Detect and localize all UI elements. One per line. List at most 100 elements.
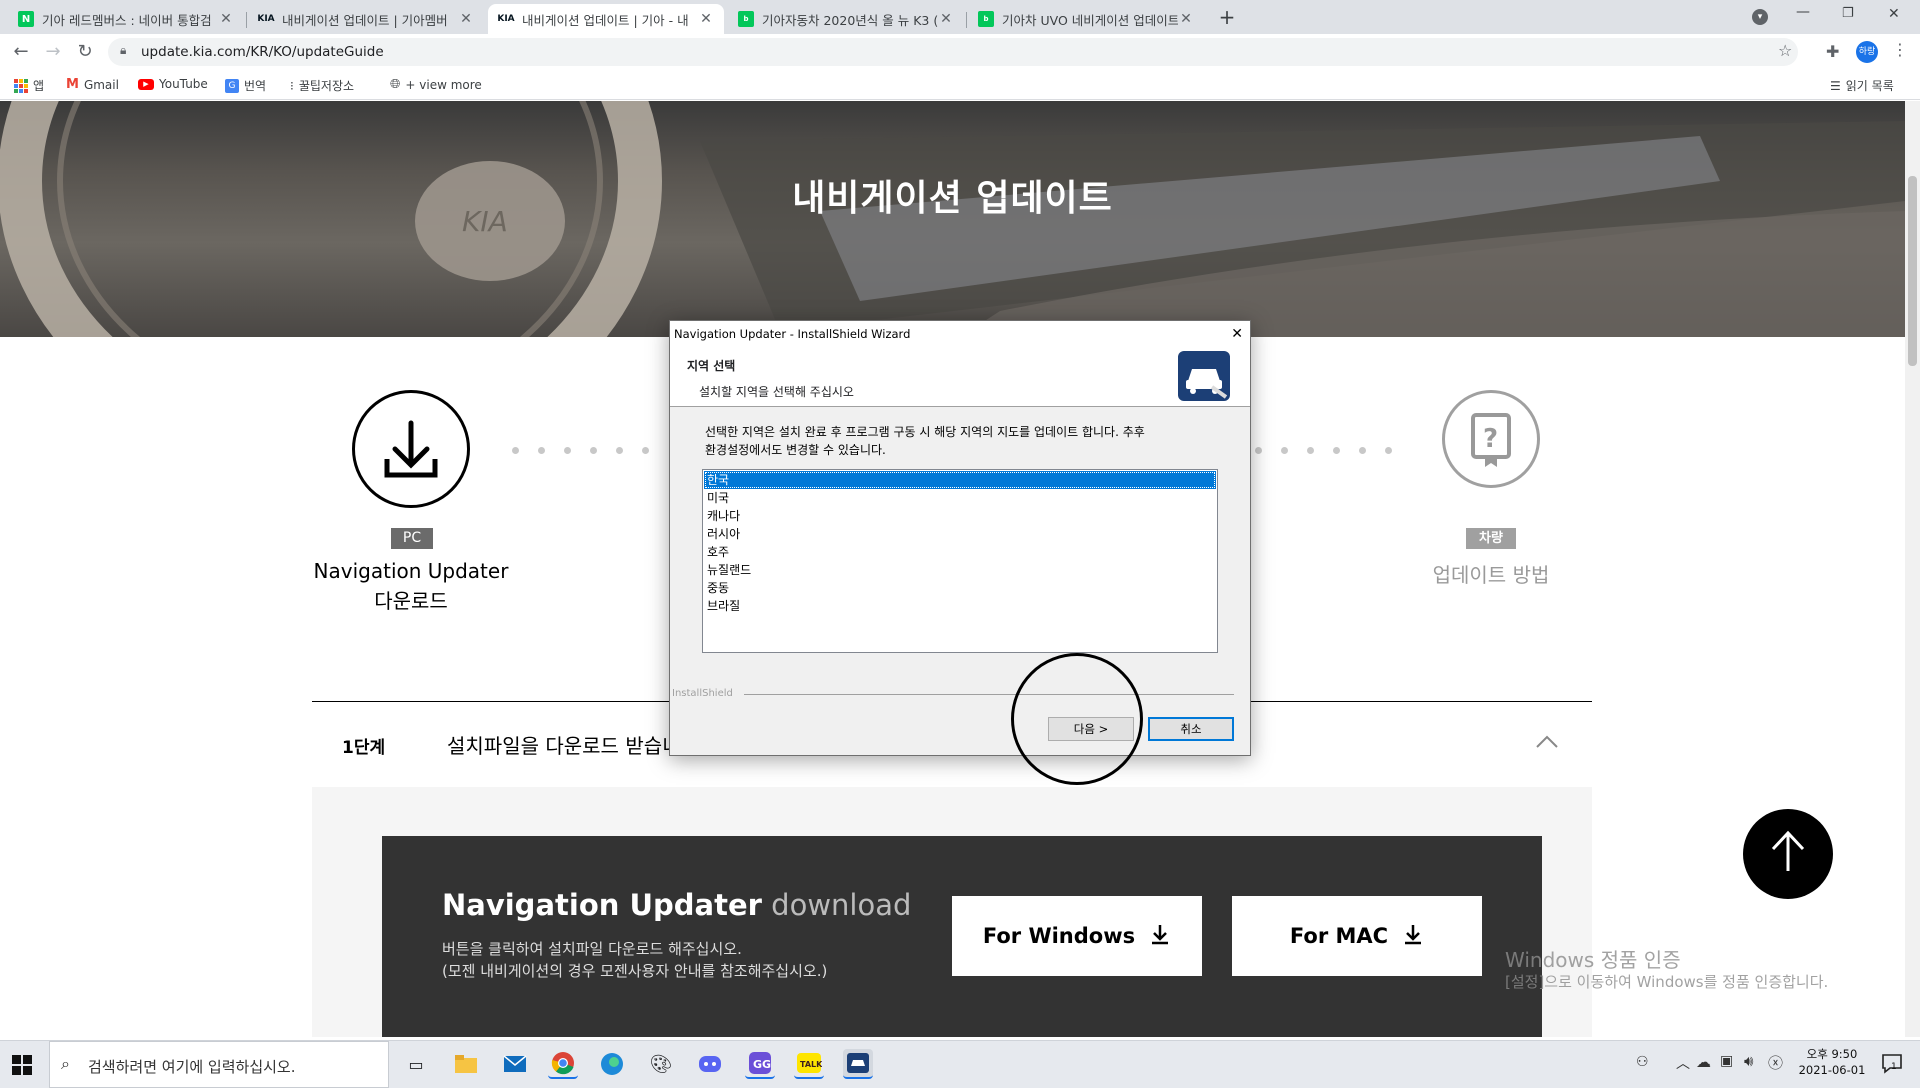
navigation-car-icon [1178,351,1230,401]
kia-logo-icon: KIA [257,14,275,24]
step1-badge: PC [391,528,433,549]
dialog-close-icon[interactable]: ✕ [1231,321,1243,347]
installshield-brand: InstallShield [672,688,733,699]
step1-label-1: Navigation Updater [313,559,509,583]
reload-icon[interactable]: ↻ [73,40,97,64]
discord-icon[interactable] [695,1049,725,1079]
tab-0[interactable]: N 기아 레드멤버스 : 네이버 통합검 ✕ [8,4,244,34]
collapse-chevron-icon[interactable] [1535,733,1559,749]
file-explorer-icon[interactable] [451,1049,481,1079]
region-listbox[interactable]: 한국 미국 캐나다 러시아 호주 뉴질랜드 중동 브라질 [702,469,1218,653]
app-icon-purple[interactable]: GG [745,1049,775,1079]
dialog-description: 선택한 지역은 설치 완료 후 프로그램 구동 시 해당 지역의 지도를 업데이… [705,425,1145,457]
naver-blog-icon: b [978,11,994,27]
task-view-icon[interactable]: ▭ [401,1049,431,1079]
close-tab-icon[interactable]: ✕ [698,11,714,27]
restore-button[interactable]: ❐ [1842,6,1854,21]
close-tab-icon[interactable]: ✕ [938,11,954,27]
step4-label: 업데이트 방법 [1432,563,1550,587]
notification-icon[interactable]: 1 [1880,1052,1904,1076]
address-bar[interactable]: 🔒︎ update.kia.com/KR/KO/updateGuide ☆ [108,38,1798,66]
paint-icon[interactable]: 🎨︎ [646,1049,676,1079]
section-title: 설치파일을 다운로드 받습니다 [447,734,699,758]
tab-4[interactable]: b 기아차 UVO 네비게이션 업데이트 ✕ [968,4,1204,34]
step1-label-2: 다운로드 [374,589,448,613]
scroll-to-top-button[interactable] [1743,809,1833,899]
hero-banner: KIA 내비게이션 업데이트 [0,101,1905,337]
page-scrollbar[interactable] [1905,101,1920,1037]
download-arrow-icon [1402,923,1424,950]
tab-2-active[interactable]: KIA 내비게이션 업데이트 | 기아 - 내 ✕ [488,4,724,34]
dialog-header: 지역 선택 설치할 지역을 선택해 주십시오 [670,347,1250,407]
region-item[interactable]: 중동 [704,579,1216,597]
region-item[interactable]: 브라질 [704,597,1216,615]
close-tab-icon[interactable]: ✕ [218,11,234,27]
close-tab-icon[interactable]: ✕ [1178,11,1194,27]
tab-1[interactable]: KIA 내비게이션 업데이트 | 기아멤버 ✕ [248,4,484,34]
taskbar-clock[interactable]: 오후 9:50 2021-06-01 [1792,1046,1872,1078]
bookmark-tips[interactable]: ⁝ 꿀팁저장소 [290,77,354,94]
region-item-selected[interactable]: 한국 [704,471,1216,489]
download-arrow-icon [1149,923,1171,950]
hero-title: 내비게이션 업데이트 [792,178,1113,219]
reading-list[interactable]: ☰ 읽기 목록 [1830,77,1894,94]
minimize-button[interactable]: — [1796,4,1810,20]
forward-icon[interactable]: → [41,40,65,64]
close-window-button[interactable]: ✕ [1888,6,1900,22]
back-icon[interactable]: ← [9,40,33,64]
tab-3[interactable]: b 기아자동차 2020년식 올 뉴 K3 ( ✕ [728,4,964,34]
step4-guide-book-icon[interactable]: ? [1442,390,1540,488]
download-title: Navigation Updater download [442,888,912,922]
step1-download-icon[interactable] [352,390,470,508]
bookmark-gmail[interactable]: M Gmail [66,77,119,92]
network-icon[interactable]: ▣ [1720,1053,1733,1069]
profile-avatar[interactable]: 하랑 [1856,41,1878,63]
edge-icon[interactable] [597,1049,627,1079]
region-item[interactable]: 호주 [704,543,1216,561]
url-text: update.kia.com/KR/KO/updateGuide [141,44,384,60]
new-tab-button[interactable]: + [1214,4,1240,30]
svg-text:GG: GG [753,1058,771,1071]
mail-icon[interactable] [500,1049,530,1079]
taskbar-search-box[interactable]: ⌕ 검색하려면 여기에 입력하십시오. [49,1041,389,1088]
tab-search-icon[interactable]: ▾ [1752,9,1768,25]
region-item[interactable]: 뉴질랜드 [704,561,1216,579]
dialog-heading: 지역 선택 [687,359,736,373]
kakaotalk-icon[interactable]: TALK [794,1049,824,1079]
search-icon: ⌕ [61,1054,70,1073]
svg-text:?: ? [1483,424,1498,454]
chrome-icon[interactable] [548,1049,578,1079]
globe-icon: 🌐︎ [390,77,401,92]
bookmark-star-icon[interactable]: ☆ [1778,41,1792,60]
windows-start-icon[interactable] [12,1055,32,1075]
dialog-titlebar: Navigation Updater - InstallShield Wizar… [670,321,1250,347]
bookmark-youtube[interactable]: ▶ YouTube [138,77,208,91]
ime-icon[interactable]: ⓧ [1768,1052,1783,1073]
tray-chevron-icon[interactable]: ︿ [1676,1053,1690,1073]
reading-list-icon: ☰ [1830,78,1841,93]
cancel-button[interactable]: 취소 [1148,717,1234,741]
windows-download-button[interactable]: For Windows [952,896,1202,976]
close-tab-icon[interactable]: ✕ [458,11,474,27]
region-item[interactable]: 러시아 [704,525,1216,543]
bookmark-translate[interactable]: G 번역 [225,77,266,94]
volume-icon[interactable]: 🔊︎ [1744,1052,1753,1070]
onedrive-icon[interactable]: ☁ [1696,1053,1711,1071]
dialog-subheading: 설치할 지역을 선택해 주십시오 [699,385,854,399]
people-icon[interactable]: ⚇ [1636,1054,1649,1070]
mac-download-button[interactable]: For MAC [1232,896,1482,976]
region-item[interactable]: 캐나다 [704,507,1216,525]
extensions-icon[interactable]: ✚ [1826,42,1839,61]
browser-toolbar: ← → ↻ 🔒︎ update.kia.com/KR/KO/updateGuid… [0,34,1920,70]
region-item[interactable]: 미국 [704,489,1216,507]
menu-icon[interactable]: ⋮ [1892,40,1908,59]
search-placeholder: 검색하려면 여기에 입력하십시오. [88,1058,296,1076]
activation-desc: [설정]으로 이동하여 Windows를 정품 인증합니다. [1505,973,1829,991]
bookmark-view-more[interactable]: 🌐︎ + view more [390,77,482,92]
installshield-dialog: Navigation Updater - InstallShield Wizar… [669,320,1251,756]
navigation-updater-icon[interactable] [843,1049,873,1079]
download-desc-2: (모젠 내비게이션의 경우 모젠사용자 안내를 참조해주십시오.) [442,962,828,980]
activation-title: Windows 정품 인증 [1505,948,1681,972]
download-desc-1: 버튼을 클릭하여 설치파일 다운로드 해주십시오. [442,940,742,958]
bookmark-apps[interactable]: 앱 [14,77,44,94]
